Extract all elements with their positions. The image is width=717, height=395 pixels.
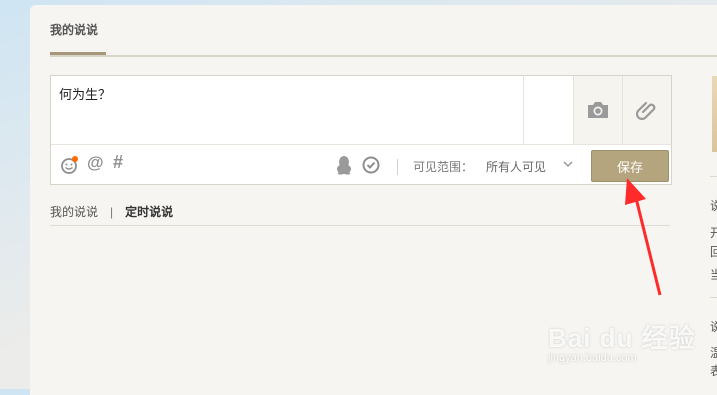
watermark: Bai du 经验 jingyan.baidu.com <box>548 318 696 364</box>
subtabs: 我的说说 | 定时说说 <box>50 203 173 220</box>
sidebar-divider <box>710 297 717 298</box>
save-button[interactable]: 保存 <box>591 150 669 182</box>
watermark-url: jingyan.baidu.com <box>548 352 637 364</box>
subtab-scheduled-posts[interactable]: 定时说说 <box>125 203 173 220</box>
add-link-button[interactable] <box>622 76 671 144</box>
sidebar-thumbnail[interactable] <box>712 76 717 152</box>
schedule-button[interactable] <box>361 155 381 175</box>
post-text-value: 何为生？ <box>59 87 112 102</box>
sidebar-text: 回 <box>710 245 717 259</box>
post-text-input[interactable]: 何为生？ <box>51 76 524 144</box>
qq-sync-button[interactable] <box>334 155 354 175</box>
sidebar-text: 说 <box>710 199 717 213</box>
tab-bar: 我的说说 <box>50 5 717 57</box>
add-photo-button[interactable] <box>573 76 622 144</box>
camera-icon <box>588 102 608 118</box>
clock-check-icon <box>362 156 380 174</box>
sidebar-text: 当 <box>710 268 717 282</box>
visibility-label: 可见范围： <box>413 160 474 174</box>
hashtag-icon[interactable]: # <box>113 152 123 173</box>
sidebar-text: 表 <box>710 364 717 378</box>
baidu-jingyan-logo: Bai du 经验 <box>548 323 696 353</box>
subtab-my-posts[interactable]: 我的说说 <box>50 203 98 220</box>
toolbar-divider <box>397 159 398 175</box>
post-composer: 何为生？ @ # 可见范围： 所有人可见 保存 <box>50 75 672 185</box>
paperclip-icon <box>635 101 656 121</box>
tab-active-indicator <box>50 52 106 55</box>
sidebar-text: 说 <box>710 320 717 334</box>
visibility-select[interactable]: 所有人可见 <box>486 158 546 175</box>
sidebar-divider <box>710 176 717 177</box>
chevron-down-icon[interactable] <box>561 157 575 171</box>
tab-my-posts[interactable]: 我的说说 <box>50 21 98 38</box>
composer-toolbar: @ # 可见范围： 所有人可见 保存 <box>51 144 671 185</box>
mention-icon[interactable]: @ <box>87 153 104 173</box>
sidebar-text: 开 <box>710 226 717 240</box>
subtab-divider <box>50 225 670 226</box>
penguin-icon <box>337 156 351 175</box>
subtab-separator: | <box>110 205 114 219</box>
emoji-button[interactable] <box>60 155 80 175</box>
smiley-icon <box>61 156 78 174</box>
sidebar-text: 温 <box>710 346 717 360</box>
